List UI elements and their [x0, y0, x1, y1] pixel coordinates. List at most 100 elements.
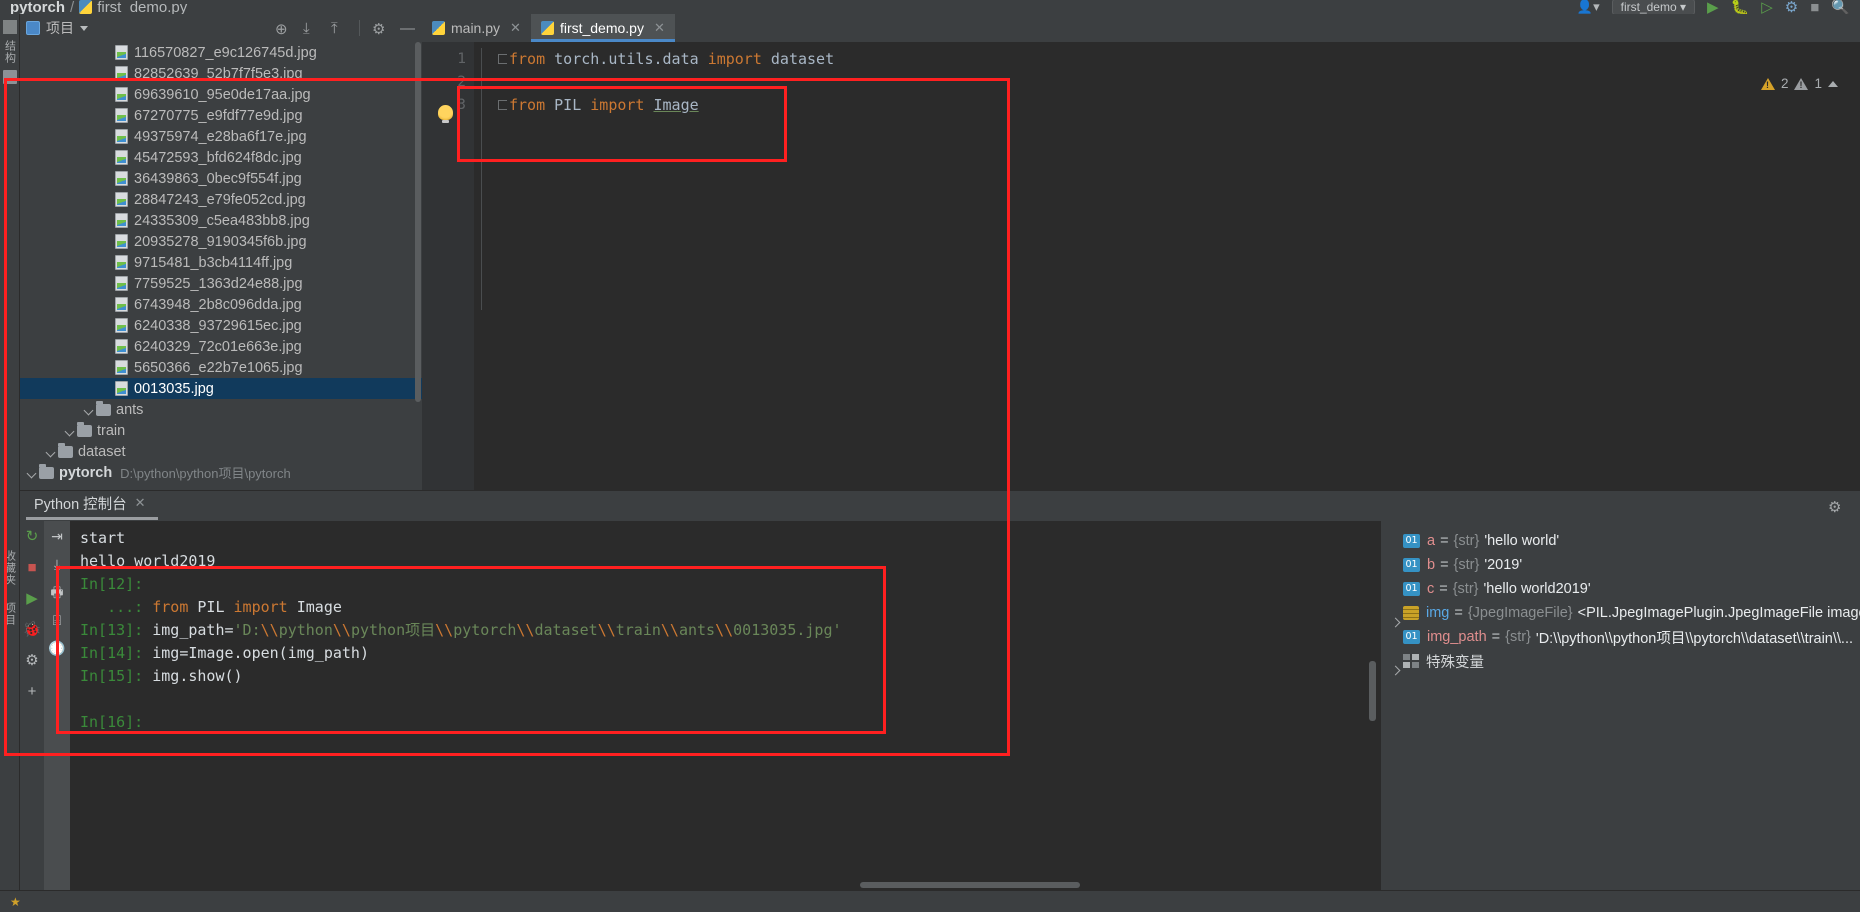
tree-file-row[interactable]: 20935278_9190345f6b.jpg	[20, 231, 422, 252]
console-text: hello world2019	[80, 552, 216, 570]
locate-icon[interactable]: ⊕	[275, 20, 291, 38]
variable-row[interactable]: 01 a = {str}'hello world'	[1381, 529, 1860, 553]
code-token: import	[707, 50, 762, 68]
variable-name: a	[1427, 533, 1436, 549]
project-tree[interactable]: 116570827_e9c126745d.jpg 82852639_52b7f7f…	[20, 42, 422, 490]
add-icon[interactable]: +	[28, 684, 37, 699]
chevron-down-icon[interactable]	[80, 25, 88, 31]
run-icon[interactable]: ▶	[26, 591, 38, 606]
tree-file-row[interactable]: 7759525_1363d24e88.jpg	[20, 273, 422, 294]
tree-file-row[interactable]: 5650366_e22b7e1065.jpg	[20, 357, 422, 378]
tree-file-row[interactable]: 6743948_2b8c096dda.jpg	[20, 294, 422, 315]
collapse-all-icon[interactable]: ⤒	[331, 20, 347, 37]
search-icon[interactable]: 🔍	[1831, 0, 1850, 14]
settings-icon[interactable]: ⚙	[25, 653, 38, 668]
tree-file-row[interactable]: 0013035.jpg	[20, 378, 422, 399]
code-area[interactable]: 123 from torch.utils.data import dataset…	[422, 42, 1860, 518]
warning-triangle-grey-icon[interactable]	[1794, 77, 1809, 90]
chevron-down-icon[interactable]	[45, 445, 58, 458]
pin-icon[interactable]: ★	[10, 895, 21, 909]
stop-icon[interactable]: ■	[27, 560, 36, 575]
rail-label-structure[interactable]: 结构	[2, 40, 18, 64]
tree-file-row[interactable]: 45472593_bfd624f8dc.jpg	[20, 147, 422, 168]
variable-name: 特殊变量	[1426, 654, 1484, 671]
code-text[interactable]: from torch.utils.data import dataset from…	[490, 42, 1860, 490]
editor-scrollbar[interactable]	[1846, 70, 1860, 518]
profile-icon[interactable]: ⚙	[1785, 0, 1798, 14]
close-icon[interactable]: ✕	[510, 20, 521, 36]
close-icon[interactable]: ✕	[654, 20, 665, 36]
code-fold-marker-icon[interactable]	[498, 99, 507, 110]
console-scrollbar[interactable]	[1369, 661, 1376, 721]
console-output[interactable]: start hello world2019 In[12]: ...: from PI…	[70, 521, 1380, 890]
tree-file-row[interactable]: 36439863_0bec9f554f.jpg	[20, 168, 422, 189]
variable-row[interactable]: 特殊变量	[1381, 649, 1860, 673]
editor-tab-main-py[interactable]: main.py ✕	[422, 14, 531, 42]
account-icon[interactable]: 👤▾	[1577, 0, 1600, 14]
tree-file-row[interactable]: 69639610_95e0de17aa.jpg	[20, 84, 422, 105]
run-coverage-icon[interactable]: ▷	[1761, 0, 1773, 14]
tree-row-label: train	[97, 422, 126, 439]
chevron-down-icon[interactable]	[64, 424, 77, 437]
code-line[interactable]	[498, 71, 1860, 94]
tree-file-row[interactable]: 49375974_e28ba6f17e.jpg	[20, 126, 422, 147]
code-fold-marker-icon[interactable]	[498, 53, 507, 64]
code-token: Image	[653, 96, 699, 114]
lightbulb-icon[interactable]	[438, 105, 453, 123]
show-variables-icon[interactable]: ⌸	[53, 613, 61, 627]
code-line[interactable]: from torch.utils.data import dataset	[498, 48, 1860, 71]
gear-icon[interactable]: ⚙	[1828, 498, 1844, 516]
project-icon[interactable]	[2, 70, 17, 84]
rerun-icon[interactable]: ↻	[26, 529, 39, 544]
run-icon[interactable]: ▶	[1707, 0, 1719, 14]
breadcrumb-project[interactable]: pytorch	[10, 0, 65, 14]
chevron-down-icon[interactable]	[26, 466, 39, 479]
variable-row[interactable]: 01 c = {str}'hello world2019'	[1381, 577, 1860, 601]
breadcrumb-file[interactable]: first_demo.py	[97, 0, 187, 14]
history-icon[interactable]: 🕐	[48, 641, 65, 655]
tree-file-row[interactable]: 67270775_e9fdf77e9d.jpg	[20, 105, 422, 126]
tree-folder-row[interactable]: ants	[20, 399, 422, 420]
tree-file-row[interactable]: 28847243_e79fe052cd.jpg	[20, 189, 422, 210]
variables-panel[interactable]: 01 a = {str}'hello world' 01 b = {str} '2019' 01 c…	[1380, 521, 1860, 890]
tree-folder-row[interactable]: train	[20, 420, 422, 441]
structure-icon[interactable]	[2, 20, 17, 34]
expand-all-icon[interactable]: ⤓	[303, 20, 319, 37]
chevron-up-icon[interactable]	[1828, 80, 1838, 87]
print-icon[interactable]: 🖶	[50, 585, 63, 599]
inspection-badges: 2 1	[1760, 76, 1838, 91]
run-config-selector[interactable]: first_demo ▾	[1611, 0, 1696, 14]
debug-icon[interactable]: 🐞	[23, 622, 42, 637]
project-tree-scrollbar[interactable]	[414, 42, 422, 490]
editor-tab-first_demo-py[interactable]: first_demo.py ✕	[530, 14, 675, 42]
tree-file-row[interactable]: 116570827_e9c126745d.jpg	[20, 42, 422, 63]
tree-folder-row[interactable]: pytorch D:\python\python项目\pytorch	[20, 462, 422, 483]
scroll-to-end-icon[interactable]: ⤓	[54, 557, 60, 571]
variable-row[interactable]: 01 b = {str} '2019'	[1381, 553, 1860, 577]
code-fold-strip[interactable]	[474, 42, 490, 490]
variable-row[interactable]: 01 img_path = {str} 'D:\\python\\python项目\\p…	[1381, 625, 1860, 649]
tree-file-row[interactable]: 6240329_72c01e663e.jpg	[20, 336, 422, 357]
horizontal-scrollbar[interactable]	[860, 882, 1080, 888]
tab-python-console[interactable]: Python 控制台 ✕	[26, 493, 158, 520]
code-line[interactable]: from PIL import Image	[498, 94, 1860, 117]
tree-file-row[interactable]: 82852639_52b7f7f5e3.jpg	[20, 63, 422, 84]
rail-label-project[interactable]: 项目	[2, 602, 18, 626]
tree-file-row[interactable]: 24335309_c5ea483bb8.jpg	[20, 210, 422, 231]
project-panel-title-group[interactable]: 项目	[26, 18, 88, 38]
rail-label-favorites[interactable]: 收藏夹	[2, 550, 18, 586]
hide-panel-icon[interactable]: —	[400, 20, 416, 37]
settings-gear-icon[interactable]: ⚙	[372, 20, 388, 38]
tree-file-row[interactable]: 6240338_93729615ec.jpg	[20, 315, 422, 336]
warning-triangle-icon[interactable]	[1760, 77, 1775, 90]
soft-wrap-icon[interactable]: ⇥	[51, 529, 63, 543]
line-number: 1	[457, 51, 466, 67]
variable-row[interactable]: img = {JpegImageFile} <PIL.JpegImagePlugin.…	[1381, 601, 1860, 625]
chevron-down-icon[interactable]	[83, 403, 96, 416]
object-list-icon	[1403, 606, 1419, 620]
tree-file-row[interactable]: 9715481_b3cb4114ff.jpg	[20, 252, 422, 273]
stop-icon[interactable]: ■	[1810, 0, 1819, 14]
close-icon[interactable]: ✕	[135, 495, 146, 511]
debug-icon[interactable]: 🐛	[1731, 0, 1750, 14]
tree-folder-row[interactable]: dataset	[20, 441, 422, 462]
